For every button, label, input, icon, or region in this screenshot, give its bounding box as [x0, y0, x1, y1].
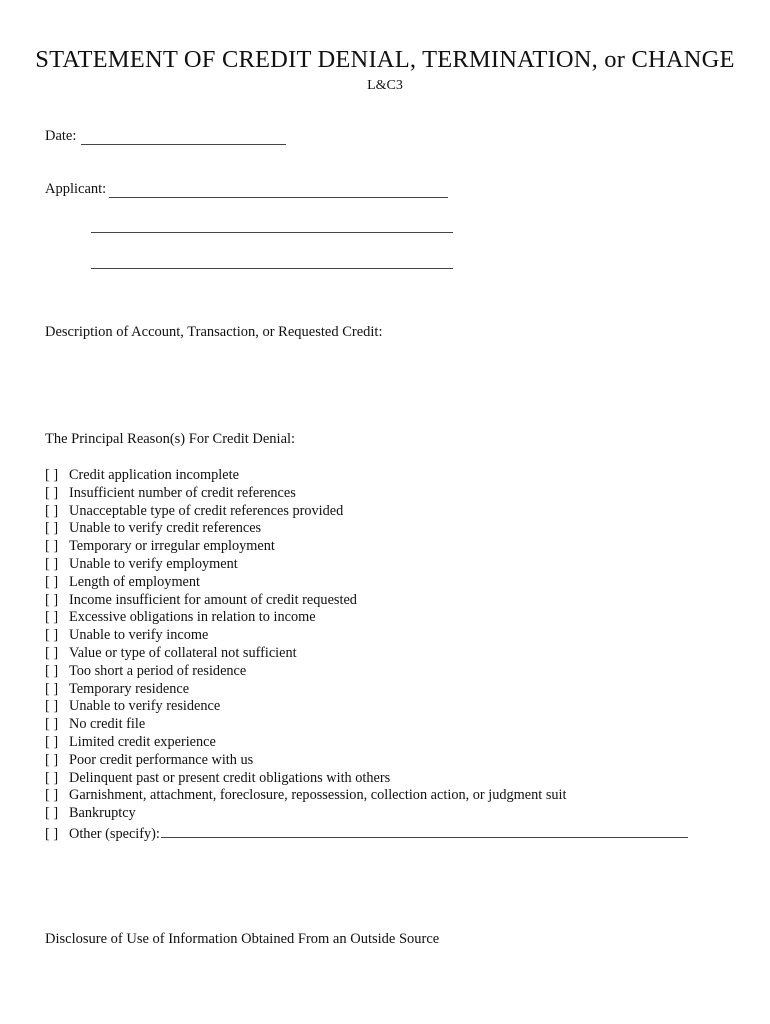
reason-checkbox[interactable]: [ ] — [45, 467, 69, 485]
reason-checkbox[interactable]: [ ] — [45, 592, 69, 610]
reason-item: [ ] Limited credit experience — [45, 734, 688, 752]
other-specify-field[interactable] — [160, 823, 688, 838]
reason-checkbox[interactable]: [ ] — [45, 609, 69, 627]
reason-label: Length of employment — [69, 573, 201, 590]
reason-checkbox[interactable]: [ ] — [45, 770, 69, 788]
reason-item: [ ] Insufficient number of credit referen… — [45, 485, 688, 503]
reason-item: [ ] Excessive obligations in relation to … — [45, 609, 688, 627]
reason-item: [ ] Unable to verify credit references — [45, 520, 688, 538]
reasons-list: [ ] Credit application incomplete [ ] Insu… — [45, 467, 688, 844]
document-title: STATEMENT OF CREDIT DENIAL, TERMINATION,… — [35, 46, 735, 73]
reason-item: [ ] Too short a period of residence — [45, 663, 688, 681]
form-code: L&C3 — [367, 78, 403, 93]
reason-item: [ ] No credit file — [45, 716, 688, 734]
reason-label: Credit application incomplete — [69, 467, 239, 483]
reason-label: Unable to verify income — [69, 627, 209, 644]
reason-label: Unable to verify employment — [69, 555, 238, 572]
reason-checkbox[interactable]: [ ] — [45, 645, 69, 663]
reasons-heading: The Principal Reason(s) For Credit Denia… — [45, 431, 296, 447]
reason-item-other: [ ] Other (specify): — [45, 823, 688, 844]
reason-item: [ ] Temporary or irregular employment — [45, 538, 688, 556]
reason-label: Income insufficient for amount of credit… — [69, 591, 357, 608]
reason-checkbox[interactable]: [ ] — [45, 520, 69, 538]
reason-label: Poor credit performance with us — [69, 751, 254, 768]
reason-checkbox[interactable]: [ ] — [45, 485, 69, 503]
description-label: Description of Account, Transaction, or … — [45, 324, 383, 340]
reason-checkbox[interactable]: [ ] — [45, 574, 69, 592]
reason-label: Insufficient number of credit references — [69, 484, 296, 501]
reason-label: Unable to verify credit references — [69, 520, 262, 537]
reason-item: [ ] Value or type of collateral not suffi… — [45, 645, 688, 663]
reason-item: [ ] Bankruptcy — [45, 805, 688, 823]
reason-item: [ ] Length of employment — [45, 574, 688, 592]
reason-label: Bankruptcy — [69, 805, 136, 822]
reason-label: No credit file — [69, 716, 146, 733]
reason-checkbox[interactable]: [ ] — [45, 787, 69, 805]
applicant-field-line-2[interactable] — [91, 232, 453, 233]
reason-item: [ ] Credit application incomplete — [45, 467, 688, 485]
reason-checkbox[interactable]: [ ] — [45, 556, 69, 574]
date-label: Date: — [45, 128, 77, 144]
reason-checkbox[interactable]: [ ] — [45, 663, 69, 681]
reason-label: Value or type of collateral not sufficie… — [69, 644, 297, 661]
reason-label: Too short a period of residence — [69, 662, 247, 679]
reason-item: [ ] Temporary residence — [45, 681, 688, 699]
reason-checkbox[interactable]: [ ] — [45, 681, 69, 699]
date-field[interactable] — [81, 144, 286, 145]
disclosure-heading: Disclosure of Use of Information Obtaine… — [45, 931, 440, 947]
reason-item: [ ] Unable to verify income — [45, 627, 688, 645]
reason-item: [ ] Delinquent past or present credit obl… — [45, 770, 688, 788]
reason-item: [ ] Poor credit performance with us — [45, 752, 688, 770]
reason-label: Excessive obligations in relation to inc… — [69, 609, 316, 626]
applicant-field-line-3[interactable] — [91, 268, 453, 269]
reason-checkbox[interactable]: [ ] — [45, 734, 69, 752]
reason-label: Temporary or irregular employment — [69, 538, 275, 555]
reason-item: [ ] Unable to verify residence — [45, 698, 688, 716]
reason-label: Delinquent past or present credit obliga… — [69, 769, 391, 786]
reason-checkbox[interactable]: [ ] — [45, 752, 69, 770]
reason-checkbox[interactable]: [ ] — [45, 503, 69, 521]
reason-checkbox[interactable]: [ ] — [45, 805, 69, 823]
reason-item: [ ] Garnishment, attachment, foreclosure,… — [45, 787, 688, 805]
reason-label: Temporary residence — [69, 680, 190, 697]
reason-label: Garnishment, attachment, foreclosure, re… — [69, 787, 567, 804]
reason-label: Unable to verify residence — [69, 698, 221, 715]
reason-checkbox[interactable]: [ ] — [45, 627, 69, 645]
reason-label: Limited credit experience — [69, 733, 216, 750]
reason-checkbox[interactable]: [ ] — [45, 698, 69, 716]
reason-item: [ ] Unacceptable type of credit reference… — [45, 503, 688, 521]
other-label: Other (specify): — [69, 825, 160, 842]
reason-item: [ ] Income insufficient for amount of cre… — [45, 592, 688, 610]
reason-item: [ ] Unable to verify employment — [45, 556, 688, 574]
applicant-label: Applicant: — [45, 181, 107, 197]
reason-checkbox[interactable]: [ ] — [45, 538, 69, 556]
reason-checkbox[interactable]: [ ] — [45, 716, 69, 734]
other-checkbox[interactable]: [ ] — [45, 826, 69, 844]
applicant-field[interactable] — [109, 197, 448, 198]
reason-label: Unacceptable type of credit references p… — [69, 502, 344, 519]
